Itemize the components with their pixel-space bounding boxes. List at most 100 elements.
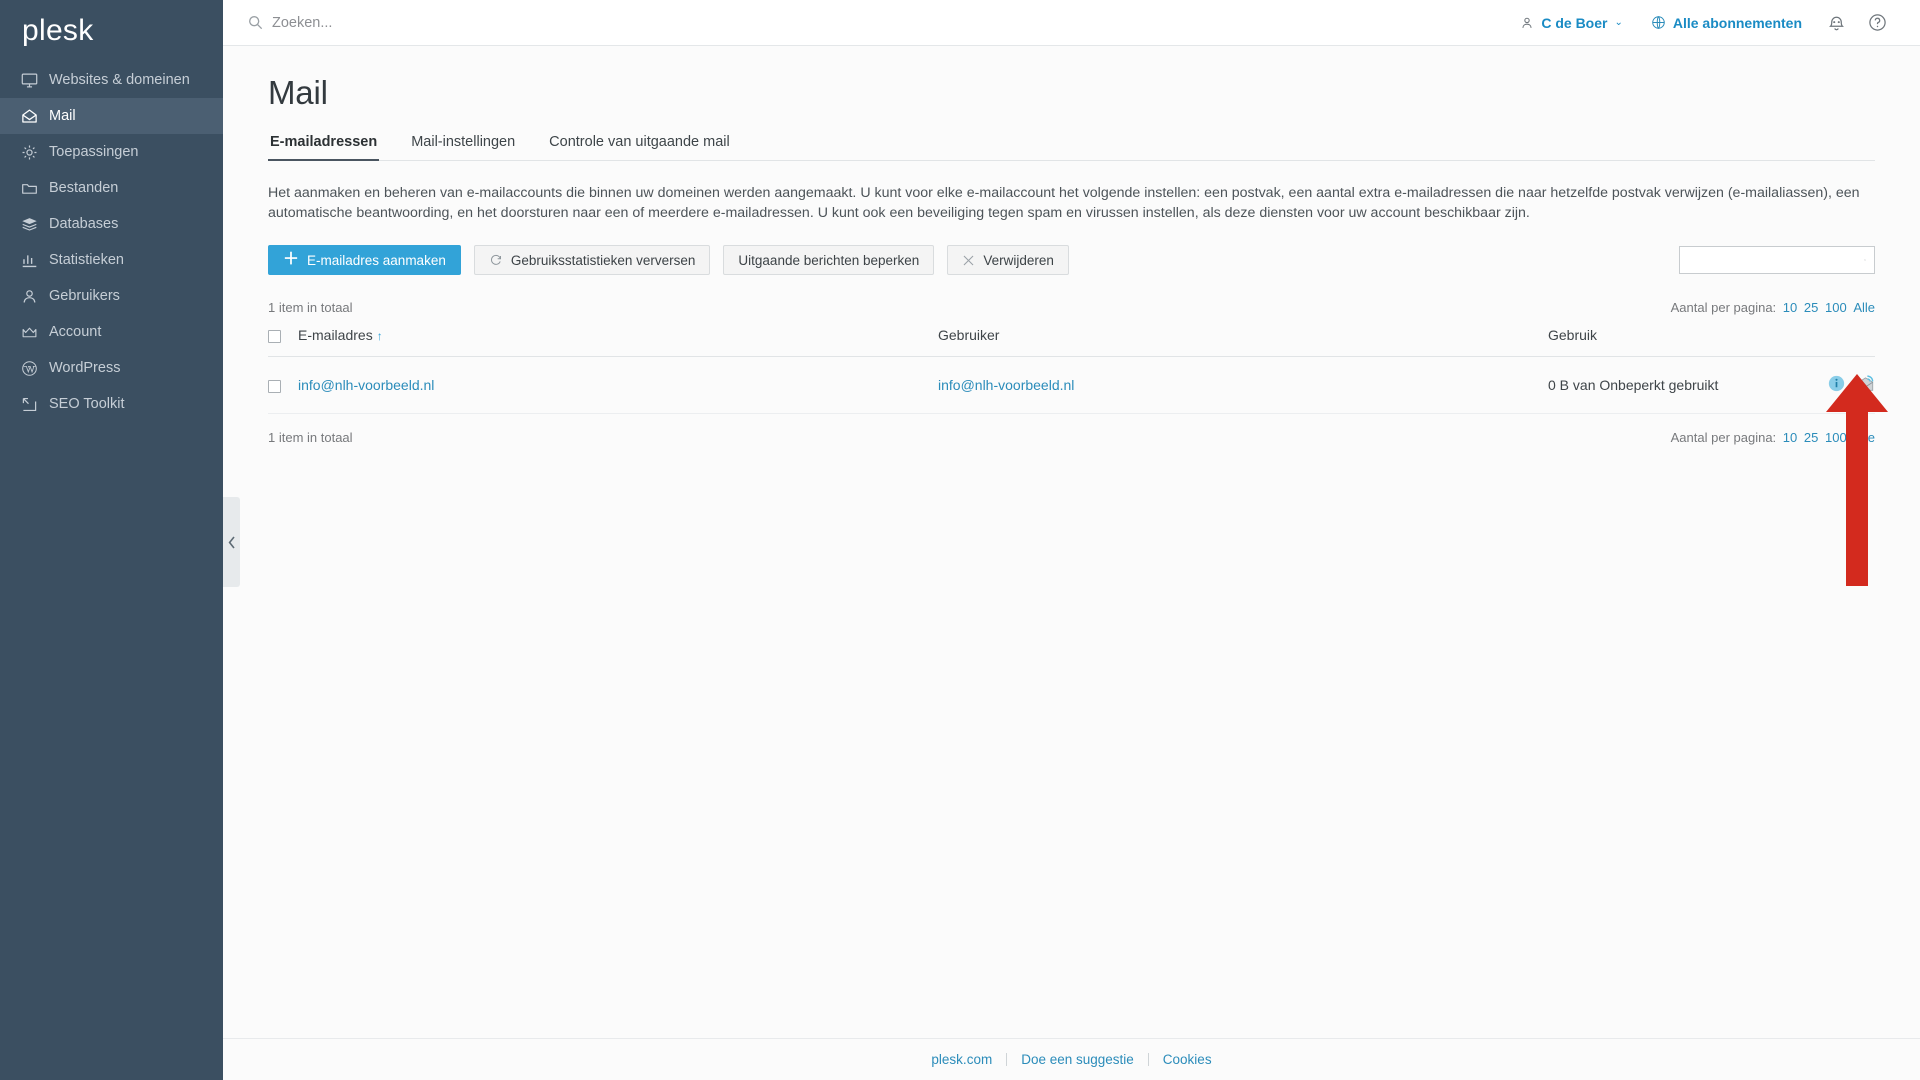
subscriptions-link[interactable]: Alle abonnementen (1637, 15, 1816, 31)
sidebar: plesk Websites & domeinen Mail Toepassin… (0, 0, 223, 1080)
table-head: E-mailadres ↑ Gebruiker Gebruik (268, 327, 1875, 357)
footer: plesk.com Doe een suggestie Cookies (223, 1038, 1920, 1080)
info-icon[interactable] (1828, 375, 1845, 392)
column-header-actions (1805, 327, 1875, 357)
tab-bar: E-mailadressen Mail-instellingen Control… (268, 134, 1875, 161)
user-icon (20, 287, 38, 305)
column-header-user[interactable]: Gebruiker (938, 327, 1548, 357)
seo-icon (20, 395, 38, 413)
row-usage-cell: 0 B van Onbeperkt gebruikt (1548, 356, 1805, 414)
column-label: Gebruiker (938, 327, 1000, 343)
brand-logo[interactable]: plesk (0, 0, 223, 62)
refresh-usage-stats-button[interactable]: Gebruiksstatistieken verversen (473, 245, 711, 275)
limit-outgoing-messages-button[interactable]: Uitgaande berichten beperken (723, 245, 935, 275)
per-page-100[interactable]: 100 (1825, 300, 1847, 315)
per-page-100[interactable]: 100 (1825, 430, 1847, 445)
help-icon (1869, 14, 1886, 31)
sidebar-item-label: WordPress (49, 360, 121, 376)
create-email-address-button[interactable]: ＋ E-mailadres aanmaken (268, 245, 461, 275)
chevron-down-icon: ⌄ (1614, 17, 1623, 28)
column-label: E-mailadres (298, 327, 373, 343)
button-label: E-mailadres aanmaken (307, 252, 446, 268)
list-search-input[interactable] (1688, 252, 1864, 268)
per-page-label: Aantal per pagina: (1670, 430, 1777, 445)
bell-icon (1829, 16, 1844, 31)
search-icon[interactable] (1864, 253, 1866, 267)
sidebar-item-statistieken[interactable]: Statistieken (0, 242, 223, 278)
column-label: Gebruik (1548, 327, 1598, 343)
tab-mail-instellingen[interactable]: Mail-instellingen (409, 134, 517, 160)
tab-controle-uitgaande-mail[interactable]: Controle van uitgaande mail (547, 134, 732, 160)
list-meta-top: 1 item in totaal Aantal per pagina: 10 2… (268, 300, 1875, 315)
mail-icon (20, 107, 38, 125)
webmail-icon[interactable] (1856, 375, 1875, 392)
page-title: Mail (268, 74, 328, 111)
sidebar-item-account[interactable]: Account (0, 314, 223, 350)
column-header-usage[interactable]: Gebruik (1548, 327, 1805, 357)
tab-label: Controle van uitgaande mail (549, 134, 730, 150)
tab-label: Mail-instellingen (411, 134, 516, 150)
row-actions (1828, 375, 1875, 392)
sidebar-item-toepassingen[interactable]: Toepassingen (0, 134, 223, 170)
sidebar-item-label: Account (49, 324, 102, 340)
sidebar-item-label: Bestanden (49, 180, 119, 196)
notifications-button[interactable] (1816, 13, 1857, 32)
per-page-bottom: Aantal per pagina: 10 25 100 Alle (1671, 430, 1875, 445)
per-page-25[interactable]: 25 (1804, 430, 1818, 445)
per-page-top: Aantal per pagina: 10 25 100 Alle (1671, 300, 1875, 315)
sidebar-item-label: Gebruikers (49, 288, 120, 304)
search-icon (249, 16, 263, 30)
plus-icon: ＋ (283, 251, 300, 268)
sidebar-item-bestanden[interactable]: Bestanden (0, 170, 223, 206)
sort-ascending-icon: ↑ (376, 329, 383, 343)
top-bar-right: C de Boer ⌄ Alle abonnementen (1506, 13, 1920, 32)
total-items-top: 1 item in totaal (268, 300, 353, 315)
table-row: info@nlh-voorbeeld.nl info@nlh-voorbeeld… (268, 356, 1875, 414)
user-name: C de Boer (1541, 14, 1608, 31)
sidebar-item-label: Toepassingen (49, 144, 139, 160)
tab-label: E-mailadressen (270, 134, 378, 150)
sidebar-collapse-toggle[interactable] (223, 497, 240, 587)
per-page-alle[interactable]: Alle (1853, 300, 1875, 315)
footer-link-cookies[interactable]: Cookies (1149, 1052, 1226, 1067)
sidebar-item-databases[interactable]: Databases (0, 206, 223, 242)
gear-icon (20, 143, 38, 161)
per-page-10[interactable]: 10 (1783, 300, 1797, 315)
per-page-10[interactable]: 10 (1783, 430, 1797, 445)
user-link[interactable]: info@nlh-voorbeeld.nl (938, 377, 1074, 393)
search-input[interactable] (272, 14, 672, 31)
per-page-alle[interactable]: Alle (1853, 430, 1875, 445)
list-search[interactable] (1679, 246, 1875, 274)
email-address-link[interactable]: info@nlh-voorbeeld.nl (298, 377, 434, 393)
button-label: Uitgaande berichten beperken (738, 252, 920, 268)
select-all-checkbox[interactable] (268, 329, 281, 343)
sidebar-item-gebruikers[interactable]: Gebruikers (0, 278, 223, 314)
global-search[interactable] (223, 14, 1506, 31)
crown-icon (20, 323, 38, 341)
table-body: info@nlh-voorbeeld.nl info@nlh-voorbeeld… (268, 356, 1875, 414)
sidebar-item-label: SEO Toolkit (49, 396, 125, 412)
row-checkbox[interactable] (268, 379, 281, 393)
remove-icon (962, 254, 975, 267)
sidebar-item-websites-domeinen[interactable]: Websites & domeinen (0, 62, 223, 98)
sidebar-item-mail[interactable]: Mail (0, 98, 223, 134)
sidebar-item-wordpress[interactable]: WordPress (0, 350, 223, 386)
refresh-icon (489, 253, 503, 267)
column-header-email[interactable]: E-mailadres ↑ (298, 327, 938, 357)
footer-link-suggestion[interactable]: Doe een suggestie (1007, 1052, 1148, 1067)
page-content: Mail E-mailadressen Mail-instellingen Co… (223, 46, 1920, 1038)
help-button[interactable] (1857, 13, 1898, 32)
sidebar-item-seo-toolkit[interactable]: SEO Toolkit (0, 386, 223, 422)
sidebar-item-label: Mail (49, 108, 76, 124)
select-all-header (268, 327, 298, 357)
person-icon (1522, 17, 1532, 28)
plesk-app: plesk Websites & domeinen Mail Toepassin… (0, 0, 1920, 1080)
globe-icon (1652, 16, 1665, 29)
delete-button[interactable]: Verwijderen (947, 245, 1069, 275)
row-select-cell (268, 356, 298, 414)
footer-link-plesk-com[interactable]: plesk.com (917, 1052, 1006, 1067)
per-page-25[interactable]: 25 (1804, 300, 1818, 315)
per-page-label: Aantal per pagina: (1670, 300, 1777, 315)
user-menu[interactable]: C de Boer ⌄ (1506, 15, 1637, 31)
tab-e-mailadressen[interactable]: E-mailadressen (268, 134, 380, 161)
